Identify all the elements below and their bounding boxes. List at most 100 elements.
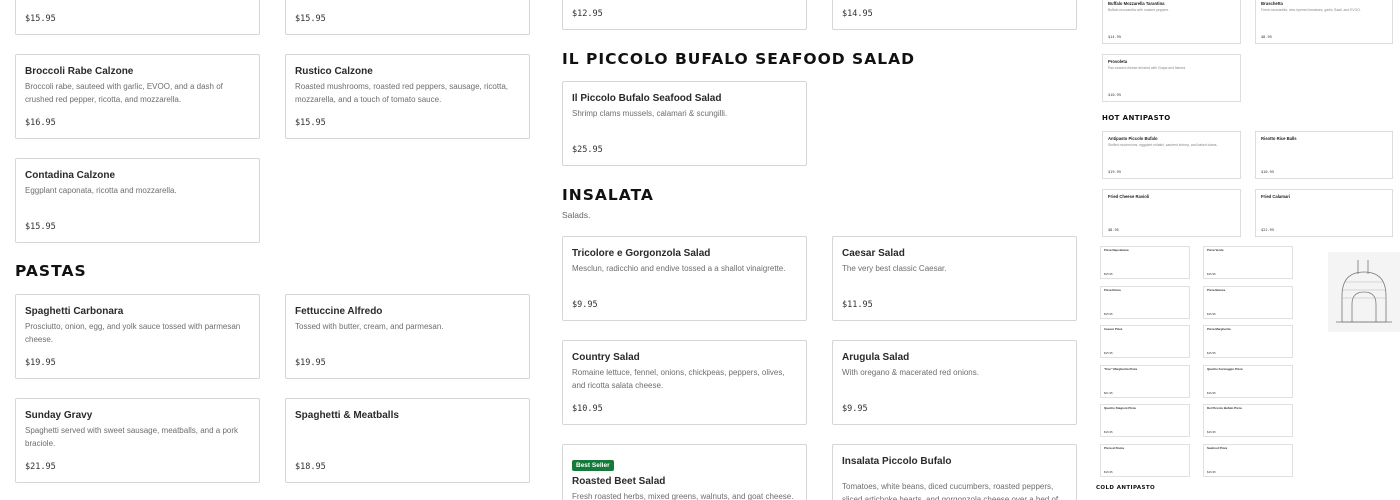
item-price: $21.95 <box>25 462 56 472</box>
item-description: Romaine lettuce, fennel, onions, chickpe… <box>572 368 785 390</box>
menu-item-card[interactable]: Arugula Salad With oregano & macerated r… <box>832 340 1077 425</box>
section-heading-insalata: INSALATA <box>562 186 654 204</box>
thumbnail-item-price: $22.95 <box>1261 228 1274 232</box>
item-price: $15.95 <box>25 222 56 232</box>
menu-item-card[interactable]: $15.95 <box>15 0 260 35</box>
thumbnail-item-price: $16.95 <box>1207 390 1216 395</box>
thumbnail-pizza-card[interactable]: Caesar Pizza $15.95 <box>1100 325 1190 358</box>
menu-item-card[interactable]: Contadina Calzone Eggplant caponata, ric… <box>15 158 260 243</box>
section-heading-pastas: PASTAS <box>15 262 87 280</box>
thumbnail-item-price: $14.95 <box>1108 35 1121 39</box>
thumbnail-item-description: Fresh mozzarella, vine-ripened tomatoes,… <box>1261 8 1361 12</box>
item-name: Caesar Salad <box>842 248 905 259</box>
thumbnail-item-price: $15.95 <box>1104 272 1113 276</box>
menu-item-card[interactable]: $12.95 <box>562 0 807 30</box>
pizza-oven-icon <box>1336 260 1392 323</box>
thumbnail-card[interactable]: Risotto Rice Balls $10.95 <box>1255 131 1393 179</box>
menu-item-card[interactable]: Il Piccolo Bufalo Seafood Salad Shrimp c… <box>562 81 807 166</box>
thumbnail-card[interactable]: Buffalo Mozzarella Tarantina Buffalo moz… <box>1102 0 1241 44</box>
item-description: Eggplant caponata, ricotta and mozzarell… <box>25 186 177 195</box>
item-description: With oregano & macerated red onions. <box>842 368 979 377</box>
thumbnail-card[interactable]: Antipasto Piccolo Bufalo Stuffed mushroo… <box>1102 131 1241 179</box>
item-price: $11.95 <box>842 300 873 310</box>
item-name: Sunday Gravy <box>25 410 93 421</box>
section-subtitle: Salads. <box>562 210 591 220</box>
thumbnail-card[interactable]: Fried Calamari $22.95 <box>1255 189 1393 237</box>
thumbnail-pizza-card[interactable]: Pizza Margherita $15.95 <box>1203 325 1293 358</box>
thumbnail-item-name: Quattro Stagioni Pizza <box>1104 406 1136 410</box>
item-description: Shrimp clams mussels, calamari & scungil… <box>572 109 728 118</box>
item-name: Roasted Beet Salad <box>572 476 666 487</box>
thumbnail-pizza-card[interactable]: Pizza Roma $15.95 <box>1100 285 1190 319</box>
thumbnail-item-name: Fried Calamari <box>1261 194 1291 199</box>
menu-item-card[interactable]: Tricolore e Gorgonzola Salad Mesclun, ra… <box>562 236 807 321</box>
menu-item-card[interactable]: $15.95 <box>285 0 530 35</box>
thumbnail-item-price: $21.95 <box>1104 390 1113 395</box>
thumbnail-heading-cold-antipasto: COLD ANTIPASTO <box>1096 485 1156 491</box>
thumbnail-item-name: Pizza Margherita <box>1207 327 1231 331</box>
menu-item-card[interactable]: Spaghetti Carbonara Prosciutto, onion, e… <box>15 294 260 379</box>
thumbnail-item-name: Buffalo Mozzarella Tarantina <box>1108 1 1165 6</box>
thumbnail-item-description: Stuffed mushrooms, eggplant rollatini, s… <box>1108 143 1218 147</box>
item-description: Mesclun, radicchio and endive tossed a a… <box>572 264 786 273</box>
menu-item-card[interactable]: Insalata Piccolo Bufalo Tomatoes, white … <box>832 444 1077 500</box>
thumbnail-item-description: Pan-seared cheese drizzled with Grapa an… <box>1108 66 1187 70</box>
thumbnail-pizza-card[interactable]: Seafood Pizza $16.95 <box>1203 443 1293 477</box>
thumbnail-pizza-card[interactable]: Pizza Verde $15.95 <box>1203 246 1293 279</box>
item-price: $12.95 <box>572 9 603 19</box>
thumbnail-card[interactable]: Fried Cheese Ravioli $8.95 <box>1102 189 1241 237</box>
thumbnail-item-name: Pizza Napoletana <box>1104 248 1129 252</box>
thumbnail-pizza-card[interactable]: "Doc" Margherita Pizza $21.95 <box>1100 364 1190 398</box>
pizza-oven-illustration <box>1328 252 1400 332</box>
thumbnail-item-description: Buffalo mozzarella with roasted peppers. <box>1108 8 1170 12</box>
thumbnail-item-price: $15.95 <box>1207 351 1216 355</box>
thumbnail-pizza-card[interactable]: Pizza Bianca $15.95 <box>1203 285 1293 319</box>
item-name: Insalata Piccolo Bufalo <box>842 456 952 467</box>
thumbnail-pizza-card[interactable]: Del Piccolo Bufalo Pizza $16.95 <box>1203 404 1293 437</box>
item-price: $16.95 <box>25 118 56 128</box>
thumbnail-item-price: $16.95 <box>1207 469 1216 474</box>
menu-item-card[interactable]: $14.95 <box>832 0 1077 30</box>
menu-item-card[interactable]: Best Seller Roasted Beet Salad Fresh roa… <box>562 444 807 500</box>
item-name: Broccoli Rabe Calzone <box>25 66 134 77</box>
thumbnail-card[interactable]: Provoleta Pan-seared cheese drizzled wit… <box>1102 54 1241 102</box>
menu-item-card[interactable]: Rustico Calzone Roasted mushrooms, roast… <box>285 54 530 139</box>
menu-item-card[interactable]: Broccoli Rabe Calzone Broccoli rabe, sau… <box>15 54 260 139</box>
thumbnail-item-price: $15.95 <box>1104 351 1113 355</box>
menu-item-card[interactable]: Spaghetti & Meatballs $18.95 <box>285 398 530 483</box>
thumbnail-item-name: Pizza Roma <box>1104 287 1121 292</box>
thumbnail-item-price: $10.95 <box>1108 93 1121 97</box>
thumbnail-pizza-card[interactable]: Pizza Napoletana $15.95 <box>1100 246 1190 279</box>
thumbnail-item-price: $16.95 <box>1207 430 1216 434</box>
item-description: Broccoli rabe, sauteed with garlic, EVOO… <box>25 82 223 104</box>
menu-item-card[interactable]: Sunday Gravy Spaghetti served with sweet… <box>15 398 260 483</box>
item-description: Spaghetti served with sweet sausage, mea… <box>25 426 239 448</box>
thumbnail-item-name: Caesar Pizza <box>1104 327 1123 331</box>
thumbnail-item-price: $8.95 <box>1261 35 1272 39</box>
thumbnail-item-name: Bruschetta <box>1261 1 1283 6</box>
menu-item-card[interactable]: Fettuccine Alfredo Tossed with butter, c… <box>285 294 530 379</box>
menu-item-card[interactable]: Caesar Salad The very best classic Caesa… <box>832 236 1077 321</box>
item-name: Contadina Calzone <box>25 170 116 181</box>
item-price: $10.95 <box>572 404 603 414</box>
thumbnail-item-name: Pizza al Roma <box>1104 445 1125 450</box>
item-price: $19.95 <box>295 358 326 368</box>
item-description: Fresh roasted herbs, mixed greens, walnu… <box>572 492 794 500</box>
thumbnail-item-name: Risotto Rice Balls <box>1261 136 1297 141</box>
item-price: $19.95 <box>25 358 56 368</box>
thumbnail-pizza-card[interactable]: Quattro Stagioni Pizza $16.95 <box>1100 404 1190 437</box>
thumbnail-item-name: "Doc" Margherita Pizza <box>1104 366 1138 371</box>
item-price: $9.95 <box>842 404 868 414</box>
item-description: Roasted mushrooms, roasted red peppers, … <box>295 82 508 104</box>
thumbnail-pizza-card[interactable]: Quattro Formaggio Pizza $16.95 <box>1203 364 1293 398</box>
menu-item-card[interactable]: Country Salad Romaine lettuce, fennel, o… <box>562 340 807 425</box>
item-description: Prosciutto, onion, egg, and yolk sauce t… <box>25 322 241 344</box>
thumbnail-card[interactable]: Bruschetta Fresh mozzarella, vine-ripene… <box>1255 0 1393 44</box>
thumbnail-pizza-card[interactable]: Pizza al Roma $16.95 <box>1100 443 1190 477</box>
item-name: Rustico Calzone <box>295 66 373 77</box>
thumbnail-item-name: Pizza Verde <box>1207 248 1224 252</box>
thumbnail-item-name: Quattro Formaggio Pizza <box>1207 366 1243 371</box>
item-name: Spaghetti Carbonara <box>25 306 124 317</box>
thumbnail-item-name: Seafood Pizza <box>1207 445 1228 450</box>
item-price: $15.95 <box>295 118 326 128</box>
